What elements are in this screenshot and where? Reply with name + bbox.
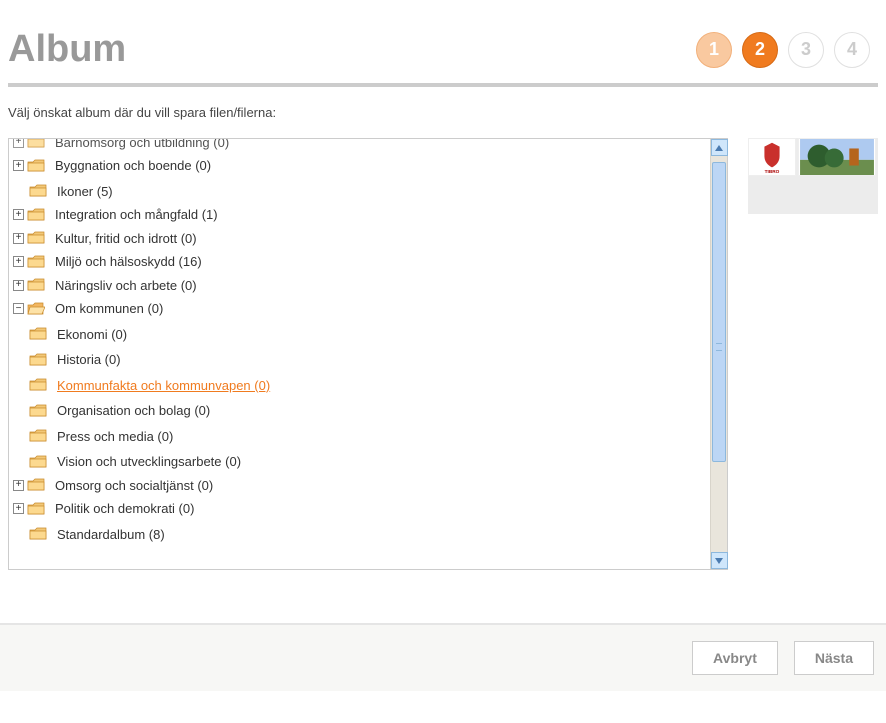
cancel-button[interactable]: Avbryt — [692, 641, 778, 675]
tree-item-label[interactable]: Vision och utvecklingsarbete (0) — [57, 454, 241, 469]
folder-open-icon — [27, 302, 45, 316]
tree-item-label[interactable]: Organisation och bolag (0) — [57, 403, 210, 418]
tree-item: + Omsorg och socialtjänst (0) — [13, 472, 705, 496]
tree-item: + Integration och mångfald (1) — [13, 202, 705, 226]
tree-item: Standardalbum (8) — [13, 519, 705, 545]
tree-item-label[interactable]: Näringsliv och arbete (0) — [55, 278, 197, 293]
tree-item: + Byggnation och boende (0) — [13, 153, 705, 177]
album-tree: + Barnomsorg och utbildning (0) + Byggnatio… — [13, 139, 705, 545]
thumbnail-photo-trees[interactable] — [798, 138, 876, 176]
tree-item-label[interactable]: Historia (0) — [57, 352, 121, 367]
tree-item-label[interactable]: Byggnation och boende (0) — [55, 158, 211, 173]
tree-item: + Kultur, fritid och idrott (0) — [13, 225, 705, 249]
scrollbar-thumb[interactable] — [712, 162, 726, 462]
photo-icon — [799, 139, 875, 175]
tree-item-label[interactable]: Kommunfakta och kommunvapen (0) — [57, 378, 270, 393]
folder-icon — [29, 378, 47, 392]
folder-icon — [29, 327, 47, 341]
folder-icon — [29, 353, 47, 367]
collapse-icon[interactable]: − — [13, 303, 24, 314]
expand-icon[interactable]: + — [13, 139, 24, 148]
divider — [8, 83, 878, 87]
header: Album 1 2 3 4 — [8, 8, 878, 83]
folder-icon — [29, 455, 47, 469]
folder-icon — [29, 527, 47, 541]
chevron-down-icon — [715, 558, 723, 564]
step-2: 2 — [742, 32, 778, 68]
svg-text:TIBRO: TIBRO — [765, 169, 780, 175]
folder-icon — [27, 208, 45, 222]
expand-icon[interactable]: + — [13, 160, 24, 171]
step-1: 1 — [696, 32, 732, 68]
instruction-text: Välj önskat album där du vill spara file… — [8, 105, 878, 120]
expand-icon[interactable]: + — [13, 503, 24, 514]
tree-item-label[interactable]: Omsorg och socialtjänst (0) — [55, 478, 213, 493]
folder-icon — [27, 159, 45, 173]
tree-item-label[interactable]: Politik och demokrati (0) — [55, 501, 194, 516]
expand-icon[interactable]: + — [13, 209, 24, 220]
tree-item-label[interactable]: Barnomsorg och utbildning (0) — [55, 139, 229, 150]
tree-item-label[interactable]: Ekonomi (0) — [57, 327, 127, 342]
tree-item: + Barnomsorg och utbildning (0) — [13, 139, 705, 153]
tree-item: Kommunfakta och kommunvapen (0) — [13, 370, 705, 396]
folder-icon — [29, 404, 47, 418]
folder-icon — [29, 429, 47, 443]
scroll-up-button[interactable] — [711, 139, 728, 156]
tree-item-label[interactable]: Om kommunen (0) — [55, 301, 163, 316]
scrollbar-track[interactable] — [711, 156, 727, 552]
expand-icon[interactable]: + — [13, 233, 24, 244]
tree-item: Organisation och bolag (0) — [13, 396, 705, 422]
tree-item-label[interactable]: Ikoner (5) — [57, 184, 113, 199]
tree-item-label[interactable]: Kultur, fritid och idrott (0) — [55, 231, 197, 246]
tree-item-label[interactable]: Press och media (0) — [57, 429, 173, 444]
step-indicator: 1 2 3 4 — [696, 32, 878, 68]
step-3: 3 — [788, 32, 824, 68]
tree-item-label[interactable]: Integration och mångfald (1) — [55, 207, 218, 222]
tree-item-label[interactable]: Standardalbum (8) — [57, 527, 165, 542]
next-button[interactable]: Nästa — [794, 641, 874, 675]
folder-icon — [27, 231, 45, 245]
tree-item: + Miljö och hälsoskydd (16) — [13, 249, 705, 273]
tree-item: − Om kommunen (0) — [13, 296, 705, 320]
footer: Avbryt Nästa — [0, 623, 886, 691]
folder-icon — [27, 255, 45, 269]
tree-item-label[interactable]: Miljö och hälsoskydd (16) — [55, 254, 202, 269]
thumbnail-panel: TIBRO — [748, 138, 878, 214]
expand-icon[interactable]: + — [13, 280, 24, 291]
chevron-up-icon — [715, 145, 723, 151]
folder-icon — [29, 184, 47, 198]
tree-item: Ikoner (5) — [13, 176, 705, 202]
step-4: 4 — [834, 32, 870, 68]
tree-item: Historia (0) — [13, 345, 705, 371]
album-tree-panel: + Barnomsorg och utbildning (0) + Byggnatio… — [8, 138, 728, 570]
expand-icon[interactable]: + — [13, 256, 24, 267]
tree-item: Vision och utvecklingsarbete (0) — [13, 447, 705, 473]
folder-icon — [27, 139, 45, 149]
page-title: Album — [8, 28, 126, 71]
tree-item: + Näringsliv och arbete (0) — [13, 272, 705, 296]
thumbnail-tibro-logo[interactable]: TIBRO — [748, 138, 796, 176]
tree-item: Ekonomi (0) — [13, 319, 705, 345]
scrollbar[interactable] — [710, 139, 727, 569]
folder-icon — [27, 278, 45, 292]
tree-item: + Politik och demokrati (0) — [13, 496, 705, 520]
expand-icon[interactable]: + — [13, 480, 24, 491]
scroll-down-button[interactable] — [711, 552, 728, 569]
tree-item: Press och media (0) — [13, 421, 705, 447]
shield-icon: TIBRO — [749, 139, 795, 175]
folder-icon — [27, 502, 45, 516]
folder-icon — [27, 478, 45, 492]
